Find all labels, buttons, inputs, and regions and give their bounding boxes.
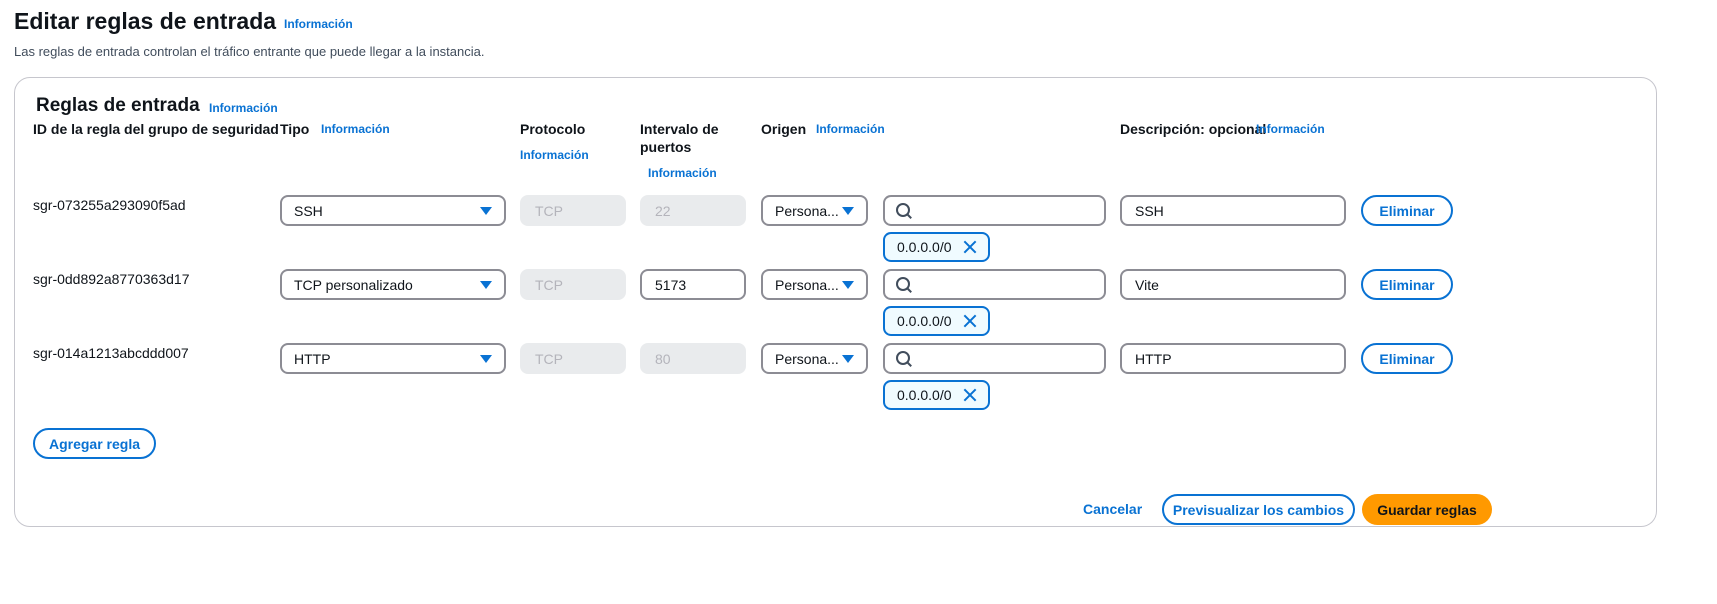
port-range-field: 80 xyxy=(640,343,746,374)
cidr-token-label: 0.0.0.0/0 xyxy=(897,239,952,255)
close-icon[interactable] xyxy=(962,313,978,329)
cancel-button[interactable]: Cancelar xyxy=(1083,501,1142,517)
column-header-protocol: Protocolo xyxy=(520,121,586,137)
cidr-token-label: 0.0.0.0/0 xyxy=(897,313,952,329)
port-range-field: 22 xyxy=(640,195,746,226)
close-icon[interactable] xyxy=(962,239,978,255)
caret-down-icon xyxy=(480,280,492,289)
protocol-info-link[interactable]: Información xyxy=(520,148,589,162)
source-search-input[interactable] xyxy=(883,343,1106,374)
rule-id: sgr-0dd892a8770363d17 xyxy=(33,271,190,287)
page-description: Las reglas de entrada controlan el tráfi… xyxy=(14,44,485,59)
column-header-port-range-line2: puertos xyxy=(640,139,692,155)
inbound-rules-panel: Reglas de entrada Información ID de la r… xyxy=(14,77,1657,527)
search-icon xyxy=(895,350,913,368)
column-header-source: Origen xyxy=(761,121,807,137)
source-select[interactable]: Persona... xyxy=(761,343,868,374)
description-input[interactable]: SSH xyxy=(1120,195,1346,226)
description-info-link[interactable]: Información xyxy=(1256,122,1325,136)
type-info-link[interactable]: Información xyxy=(321,122,390,136)
caret-down-icon xyxy=(480,354,492,363)
source-select-value: Persona... xyxy=(775,202,839,219)
source-select[interactable]: Persona... xyxy=(761,269,868,300)
close-icon[interactable] xyxy=(962,387,978,403)
port-range-info-link[interactable]: Información xyxy=(648,166,717,180)
type-select[interactable]: SSH xyxy=(280,195,506,226)
cidr-token: 0.0.0.0/0 xyxy=(883,232,990,262)
protocol-field: TCP xyxy=(520,269,626,300)
description-input[interactable]: HTTP xyxy=(1120,343,1346,374)
search-icon xyxy=(895,202,913,220)
description-input[interactable]: Vite xyxy=(1120,269,1346,300)
protocol-field: TCP xyxy=(520,195,626,226)
type-select[interactable]: HTTP xyxy=(280,343,506,374)
page-title: Editar reglas de entrada xyxy=(14,8,277,34)
cidr-token-label: 0.0.0.0/0 xyxy=(897,387,952,403)
save-rules-button[interactable]: Guardar reglas xyxy=(1362,494,1492,525)
source-select[interactable]: Persona... xyxy=(761,195,868,226)
panel-info-link[interactable]: Información xyxy=(209,101,278,115)
source-search-input[interactable] xyxy=(883,269,1106,300)
delete-rule-button[interactable]: Eliminar xyxy=(1361,343,1453,374)
column-header-type: Tipo xyxy=(280,121,310,137)
caret-down-icon xyxy=(480,206,492,215)
add-rule-button[interactable]: Agregar regla xyxy=(33,428,156,459)
delete-rule-button[interactable]: Eliminar xyxy=(1361,269,1453,300)
edit-inbound-rules-page: Editar reglas de entrada Información Las… xyxy=(0,0,1717,604)
column-header-port-range-line1: Intervalo de xyxy=(640,121,719,137)
source-select-value: Persona... xyxy=(775,276,839,293)
page-info-link[interactable]: Información xyxy=(284,17,353,31)
type-select-value: TCP personalizado xyxy=(294,276,413,293)
protocol-field: TCP xyxy=(520,343,626,374)
column-header-rule-id: ID de la regla del grupo de seguridad xyxy=(33,121,279,137)
preview-changes-button[interactable]: Previsualizar los cambios xyxy=(1162,494,1355,525)
rule-id: sgr-073255a293090f5ad xyxy=(33,197,186,213)
caret-down-icon xyxy=(842,354,854,363)
source-select-value: Persona... xyxy=(775,350,839,367)
rule-id: sgr-014a1213abcddd007 xyxy=(33,345,189,361)
search-icon xyxy=(895,276,913,294)
delete-rule-button[interactable]: Eliminar xyxy=(1361,195,1453,226)
type-select-value: SSH xyxy=(294,202,323,219)
cidr-token: 0.0.0.0/0 xyxy=(883,380,990,410)
panel-title: Reglas de entrada xyxy=(36,95,200,116)
cidr-token: 0.0.0.0/0 xyxy=(883,306,990,336)
source-search-input[interactable] xyxy=(883,195,1106,226)
caret-down-icon xyxy=(842,280,854,289)
caret-down-icon xyxy=(842,206,854,215)
type-select[interactable]: TCP personalizado xyxy=(280,269,506,300)
source-info-link[interactable]: Información xyxy=(816,122,885,136)
column-header-description: Descripción: opcional xyxy=(1120,121,1267,137)
type-select-value: HTTP xyxy=(294,350,331,367)
port-range-input[interactable]: 5173 xyxy=(640,269,746,300)
